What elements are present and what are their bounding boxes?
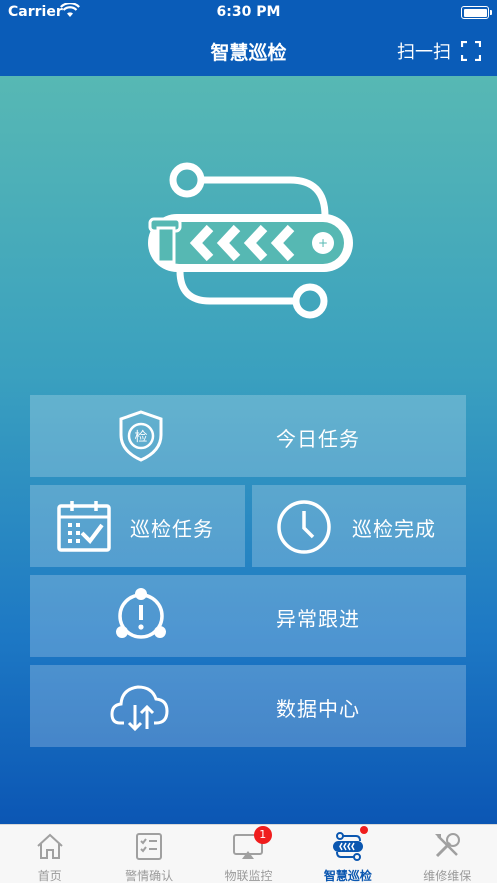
status-bar: Carrier 6:30 PM — [0, 0, 497, 26]
smart-patrol-dot — [360, 826, 369, 834]
app-logo: + — [148, 162, 353, 319]
iot-monitor-badge: 1 — [253, 826, 272, 844]
main-content: + 检 今日任务 巡检任务 巡检完成 异常跟进 数据中心 — [0, 76, 497, 824]
svg-text:+: + — [318, 236, 328, 250]
tile-patrol-done[interactable]: 巡检完成 — [252, 485, 466, 567]
tile-abnormal-follow[interactable]: 异常跟进 — [30, 575, 466, 657]
shield-char: 检 — [134, 430, 147, 445]
clock-icon — [277, 500, 331, 554]
scan-label: 扫一扫 — [397, 42, 451, 63]
cloud-sync-icon — [110, 685, 169, 732]
calendar-check-icon — [57, 501, 111, 552]
checklist-icon — [136, 833, 163, 860]
tab-alarm-confirm[interactable]: 警情确认 — [99, 825, 198, 883]
scan-frame-icon — [461, 41, 481, 61]
tab-iot-monitor-label: 物联监控 — [224, 869, 273, 883]
alert-network-icon — [116, 588, 166, 639]
tile-today-tasks[interactable]: 检 今日任务 — [30, 395, 466, 477]
abnormal-follow-label: 异常跟进 — [276, 607, 360, 631]
tab-smart-patrol-label: 智慧巡检 — [323, 869, 372, 883]
patrol-logo-icon — [332, 832, 363, 861]
scan-button[interactable]: 扫一扫 — [397, 38, 481, 64]
tab-home-label: 首页 — [37, 869, 62, 883]
tab-smart-patrol[interactable]: 智慧巡检 — [298, 825, 397, 883]
tab-alarm-confirm-label: 警情确认 — [125, 869, 174, 883]
tab-maintenance-label: 维修维保 — [423, 869, 472, 883]
home-icon — [37, 833, 63, 859]
tab-iot-monitor[interactable]: 1 物联监控 — [199, 825, 298, 883]
shield-check-icon: 检 — [119, 410, 163, 462]
tab-maintenance[interactable]: 维修维保 — [398, 825, 497, 883]
patrol-done-label: 巡检完成 — [352, 517, 436, 541]
patrol-tasks-label: 巡检任务 — [130, 517, 214, 541]
data-center-label: 数据中心 — [276, 697, 360, 721]
battery-icon — [461, 6, 492, 19]
tile-data-center[interactable]: 数据中心 — [30, 665, 466, 747]
tab-bar: 首页 警情确认 1 物联监控 智慧巡检 维修维保 — [0, 824, 497, 883]
clock: 6:30 PM — [216, 4, 281, 20]
tools-icon — [435, 833, 461, 858]
nav-bar: 智慧巡检 扫一扫 — [0, 26, 497, 76]
tab-home[interactable]: 首页 — [0, 825, 99, 883]
tile-patrol-tasks[interactable]: 巡检任务 — [30, 485, 245, 567]
today-tasks-label: 今日任务 — [276, 427, 360, 451]
